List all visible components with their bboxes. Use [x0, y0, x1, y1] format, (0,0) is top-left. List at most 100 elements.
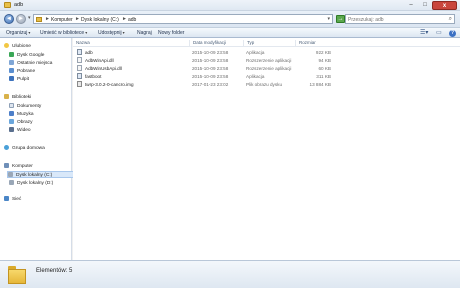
view-options-icon[interactable]: ☰▾	[420, 30, 428, 37]
file-name-label: AdbWinUsbApi.dll	[85, 66, 122, 71]
sidebar-item-label: Biblioteki	[12, 95, 32, 100]
preview-pane-icon[interactable]: ▭	[436, 30, 442, 37]
sidebar-item-label: Ostatnie miejsca	[17, 61, 53, 66]
file-name: AdbWinUsbApi.dll	[77, 65, 122, 73]
column-header-date[interactable]: Data modyfikacji	[189, 40, 243, 47]
address-bar[interactable]: ► Komputer ► Dysk lokalny (C:) ► adb ▾	[33, 14, 333, 24]
burn-button[interactable]: Nagraj	[137, 30, 152, 36]
address-dropdown-icon[interactable]: ▾	[327, 16, 330, 22]
file-name-label: fastboot	[85, 74, 102, 79]
drive-icon	[9, 180, 14, 185]
file-size: 922 KB	[315, 50, 331, 55]
application-icon	[77, 49, 82, 55]
file-name: adb	[77, 49, 93, 57]
minimize-button[interactable]: –	[404, 1, 418, 10]
star-icon	[4, 43, 9, 48]
back-button[interactable]: ◄	[4, 14, 14, 24]
include-in-library-menu[interactable]: Umieść w bibliotece▾	[40, 30, 87, 36]
sidebar-item-downloads[interactable]: Pobrane	[9, 68, 35, 75]
file-name-label: adb	[85, 50, 93, 55]
videos-icon	[9, 127, 14, 132]
file-row[interactable]: adb 2015-10-09 23:58 Aplikacja 922 KB	[73, 49, 383, 57]
sidebar-item-label: Sieć	[12, 197, 22, 202]
chevron-down-icon: ▾	[122, 30, 125, 35]
search-icon[interactable]: ⌕	[449, 16, 452, 23]
file-type: Aplikacja	[246, 50, 265, 55]
file-date: 2015-10-09 23:58	[192, 66, 229, 71]
file-name-label: twrp-3.0.2-0-cancro.img	[85, 82, 134, 87]
sidebar-item-videos[interactable]: Wideo	[9, 127, 31, 134]
sidebar-item-drive-d[interactable]: Dysk lokalny (D:)	[9, 180, 53, 187]
sidebar-item-label: Muzyka	[17, 112, 34, 117]
organize-menu[interactable]: Organizuj▾	[6, 30, 30, 36]
sidebar-item-label: Dokumenty	[17, 104, 42, 109]
sidebar-item-desktop[interactable]: Pulpit	[9, 76, 29, 83]
desktop-icon	[9, 76, 14, 81]
new-folder-button[interactable]: Nowy folder	[158, 30, 184, 36]
share-menu[interactable]: Udostępnij▾	[98, 30, 125, 36]
sidebar-item-label: Pulpit	[17, 77, 29, 82]
file-name-label: AdbWinApi.dll	[85, 58, 114, 63]
chevron-down-icon: ▾	[85, 30, 88, 35]
breadcrumb-drive-c[interactable]: Dysk lokalny (C:)	[81, 17, 119, 23]
refresh-button[interactable]: →	[336, 15, 345, 23]
forward-button[interactable]: ►	[16, 14, 26, 24]
recent-pages-chevron-icon[interactable]: ▾	[28, 15, 31, 21]
title-bar: adb – □ x	[0, 0, 460, 11]
folder-icon	[4, 2, 11, 8]
network-icon	[4, 196, 9, 201]
file-type: Aplikacja	[246, 74, 265, 79]
column-header-size[interactable]: Rozmiar	[295, 40, 331, 47]
folder-icon	[36, 17, 42, 22]
file-row[interactable]: twrp-3.0.2-0-cancro.img 2017-01-23 23:02…	[73, 81, 383, 89]
maximize-button[interactable]: □	[418, 1, 432, 10]
folder-icon	[8, 266, 26, 284]
breadcrumb-separator[interactable]: ►	[45, 16, 50, 22]
file-row[interactable]: AdbWinApi.dll 2015-10-09 23:58 Rozszerze…	[73, 57, 383, 65]
file-type: Plik obrazu dysku	[246, 82, 283, 87]
sidebar-item-pictures[interactable]: Obrazy	[9, 119, 32, 126]
file-row[interactable]: fastboot 2015-10-09 23:58 Aplikacja 311 …	[73, 73, 383, 81]
music-icon	[9, 111, 14, 116]
sidebar-item-label: Komputer	[12, 164, 33, 169]
homegroup-icon	[4, 145, 9, 150]
breadcrumb-separator[interactable]: ►	[122, 16, 127, 22]
sidebar-item-music[interactable]: Muzyka	[9, 111, 34, 118]
recent-places-icon	[9, 60, 14, 65]
chevron-down-icon: ▾	[28, 30, 31, 35]
downloads-icon	[9, 68, 14, 73]
sidebar-item-computer[interactable]: Komputer	[4, 163, 33, 170]
sidebar-item-favorites[interactable]: Ulubione	[4, 43, 31, 50]
sidebar-item-documents[interactable]: Dokumenty	[9, 103, 41, 110]
sidebar-item-recent-places[interactable]: Ostatnie miejsca	[9, 60, 52, 67]
address-row: ◄ ► ▾ ► Komputer ► Dysk lokalny (C:) ► a…	[0, 11, 460, 27]
breadcrumb-adb[interactable]: adb	[128, 17, 136, 23]
sidebar-item-libraries[interactable]: Biblioteki	[4, 94, 31, 101]
sidebar-item-network[interactable]: Sieć	[4, 196, 21, 203]
sidebar-item-google-drive[interactable]: Dysk Google	[9, 52, 44, 59]
file-type: Rozszerzenie aplikacji	[246, 66, 292, 71]
search-input[interactable]	[348, 16, 444, 23]
sidebar-item-drive-c[interactable]: Dysk lokalny (C:)	[7, 171, 76, 178]
sidebar-item-label: Obrazy	[17, 120, 33, 125]
file-type: Rozszerzenie aplikacji	[246, 58, 292, 63]
file-size: 60 KB	[318, 66, 331, 71]
column-header-name[interactable]: Nazwa	[73, 40, 189, 47]
file-row[interactable]: AdbWinUsbApi.dll 2015-10-09 23:58 Rozsze…	[73, 65, 383, 73]
file-date: 2015-10-09 23:58	[192, 50, 229, 55]
sidebar-item-label: Dysk lokalny (C:)	[16, 173, 53, 178]
column-headers: Nazwa Data modyfikacji Typ Rozmiar	[73, 40, 460, 47]
search-box[interactable]: ⌕	[345, 14, 455, 24]
breadcrumb-separator[interactable]: ►	[75, 16, 80, 22]
details-pane: Elementów: 5	[0, 260, 460, 288]
column-header-type[interactable]: Typ	[243, 40, 295, 47]
dll-file-icon	[77, 57, 82, 63]
help-icon[interactable]: ?	[449, 30, 456, 37]
file-size: 311 KB	[316, 74, 331, 79]
breadcrumb-computer[interactable]: Komputer	[51, 17, 73, 23]
navigation-pane: Ulubione Dysk Google Ostatnie miejsca Po…	[0, 38, 76, 260]
sidebar-item-homegroup[interactable]: Grupa domowa	[4, 145, 45, 152]
close-button[interactable]: x	[432, 1, 457, 10]
dll-file-icon	[77, 65, 82, 71]
file-size: 94 KB	[318, 58, 331, 63]
